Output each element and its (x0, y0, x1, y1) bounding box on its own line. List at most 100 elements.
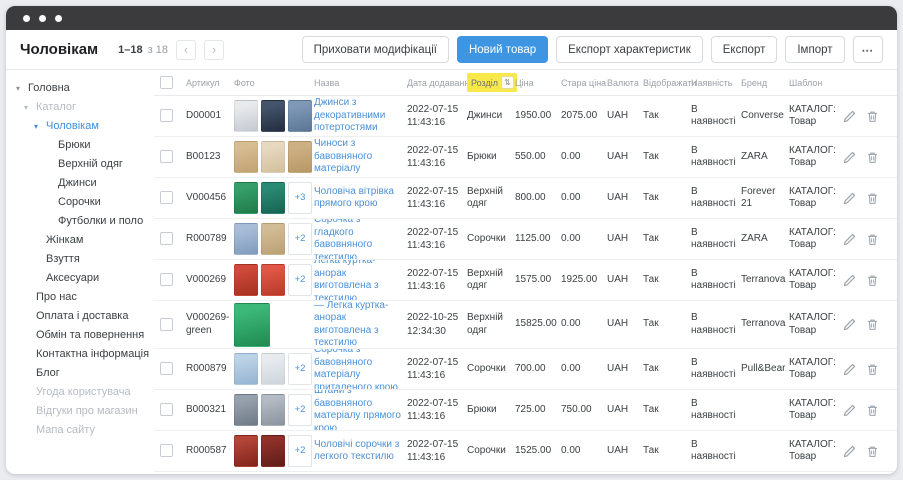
sidebar-item[interactable]: Брюки (6, 136, 154, 155)
product-name-link[interactable]: — Легка куртка-анорак виготовлена з текс… (314, 301, 402, 349)
window-control-dot[interactable] (23, 15, 30, 22)
product-photo[interactable] (261, 100, 285, 132)
product-name-link[interactable]: Чиноси з бавовняного матеріалу (314, 138, 402, 176)
edit-icon[interactable] (843, 404, 856, 417)
sidebar-item[interactable]: Про нас (6, 288, 154, 307)
delete-icon[interactable] (866, 151, 879, 164)
row-checkbox[interactable] (160, 362, 173, 375)
more-photos-badge[interactable]: +2 (288, 223, 312, 255)
window-control-dot[interactable] (55, 15, 62, 22)
sidebar-item[interactable]: Мапа сайту (6, 421, 154, 440)
edit-icon[interactable] (843, 151, 856, 164)
row-checkbox[interactable] (160, 232, 173, 245)
sidebar-item[interactable]: Аксесуари (6, 269, 154, 288)
product-photo[interactable] (234, 394, 258, 426)
table-row: D00001Джинси з декоративними потертостям… (154, 96, 897, 137)
product-photo[interactable] (261, 394, 285, 426)
more-photos-badge[interactable]: +3 (288, 182, 312, 214)
sidebar-item[interactable]: Відгуки про магазин (6, 402, 154, 421)
sidebar-item[interactable]: Жінкам (6, 231, 154, 250)
product-photo[interactable] (234, 303, 270, 347)
product-photo[interactable] (234, 264, 258, 296)
sidebar-item[interactable]: Сорочки (6, 193, 154, 212)
delete-icon[interactable] (866, 274, 879, 287)
sidebar-item[interactable]: Обмін та повернення (6, 326, 154, 345)
sidebar-item[interactable]: ▾Головна (6, 79, 154, 98)
edit-icon[interactable] (843, 233, 856, 246)
more-actions-button[interactable]: ⋯ (853, 36, 884, 63)
edit-icon[interactable] (843, 363, 856, 376)
delete-icon[interactable] (866, 233, 879, 246)
product-photo[interactable] (288, 100, 312, 132)
row-checkbox[interactable] (160, 403, 173, 416)
sidebar-item[interactable]: Угода користувача (6, 383, 154, 402)
product-photo[interactable] (234, 100, 258, 132)
product-photo[interactable] (261, 141, 285, 173)
product-name-link[interactable]: Штани з бавовняного матеріалу прямого кр… (314, 390, 402, 431)
more-photos-badge[interactable]: +2 (288, 264, 312, 296)
pagination-prev-button[interactable]: ‹ (176, 40, 196, 60)
select-all-checkbox[interactable] (160, 76, 173, 89)
product-photo[interactable] (234, 141, 258, 173)
product-name-link[interactable]: Сорочка з бавовняного матеріалу притален… (314, 349, 402, 390)
more-photos-badge[interactable]: +2 (288, 394, 312, 426)
delete-icon[interactable] (866, 110, 879, 123)
edit-icon[interactable] (843, 110, 856, 123)
product-name-link[interactable]: Легка куртка-анорак виготовлена з тексти… (314, 260, 402, 301)
window-control-dot[interactable] (39, 15, 46, 22)
chevron-down-icon[interactable]: ▾ (16, 79, 20, 98)
row-checkbox[interactable] (160, 191, 173, 204)
sidebar-item[interactable]: Верхній одяг (6, 155, 154, 174)
edit-icon[interactable] (843, 192, 856, 205)
row-checkbox[interactable] (160, 150, 173, 163)
product-photo[interactable] (261, 353, 285, 385)
delete-icon[interactable] (866, 318, 879, 331)
sidebar-item[interactable]: Взуття (6, 250, 154, 269)
export-characteristics-button[interactable]: Експорт характеристик (556, 36, 703, 63)
row-actions (843, 110, 889, 123)
edit-icon[interactable] (843, 318, 856, 331)
product-photo[interactable] (261, 435, 285, 467)
more-photos-badge[interactable]: +2 (288, 435, 312, 467)
row-checkbox[interactable] (160, 109, 173, 122)
product-photo[interactable] (261, 264, 285, 296)
edit-icon[interactable] (843, 445, 856, 458)
product-name-link[interactable]: Сорочка з гладкого бавовняного текстилю (314, 219, 402, 260)
row-checkbox[interactable] (160, 318, 173, 331)
product-photo[interactable] (234, 353, 258, 385)
sidebar-item[interactable]: Джинси (6, 174, 154, 193)
product-name-link[interactable]: Джинси з декоративними потертостями (314, 97, 402, 135)
new-product-button[interactable]: Новий товар (457, 36, 548, 63)
pagination-next-button[interactable]: › (204, 40, 224, 60)
product-photo[interactable] (288, 141, 312, 173)
delete-icon[interactable] (866, 404, 879, 417)
sidebar-item[interactable]: ▾Чоловікам (6, 117, 154, 136)
product-name-link[interactable]: Чоловіча вітрівка прямого крою (314, 186, 402, 211)
sidebar-item[interactable]: ▾Каталог (6, 98, 154, 117)
product-photo[interactable] (234, 182, 258, 214)
sidebar-item[interactable]: Оплата і доставка (6, 307, 154, 326)
sort-icon[interactable]: ⇅ (501, 76, 514, 89)
product-photo[interactable] (261, 182, 285, 214)
chevron-down-icon[interactable]: ▾ (24, 98, 28, 117)
delete-icon[interactable] (866, 445, 879, 458)
chevron-down-icon[interactable]: ▾ (34, 117, 38, 136)
product-photo[interactable] (234, 435, 258, 467)
edit-icon[interactable] (843, 274, 856, 287)
hide-modifications-button[interactable]: Приховати модифікації (302, 36, 449, 63)
sidebar-item[interactable]: Блог (6, 364, 154, 383)
row-checkbox[interactable] (160, 273, 173, 286)
sidebar-item[interactable]: Футболки и поло (6, 212, 154, 231)
product-photo[interactable] (234, 223, 258, 255)
product-template: КАТАЛОГ: Товар (789, 357, 843, 382)
import-button[interactable]: Імпорт (785, 36, 844, 63)
more-photos-badge[interactable]: +2 (288, 353, 312, 385)
delete-icon[interactable] (866, 363, 879, 376)
sidebar-item[interactable]: Контактна інформація (6, 345, 154, 364)
product-name-link[interactable]: Чоловічі сорочки з легкого текстилю (314, 439, 402, 464)
export-button[interactable]: Експорт (711, 36, 778, 63)
delete-icon[interactable] (866, 192, 879, 205)
column-header: Назва (314, 78, 407, 88)
row-checkbox[interactable] (160, 444, 173, 457)
product-photo[interactable] (261, 223, 285, 255)
